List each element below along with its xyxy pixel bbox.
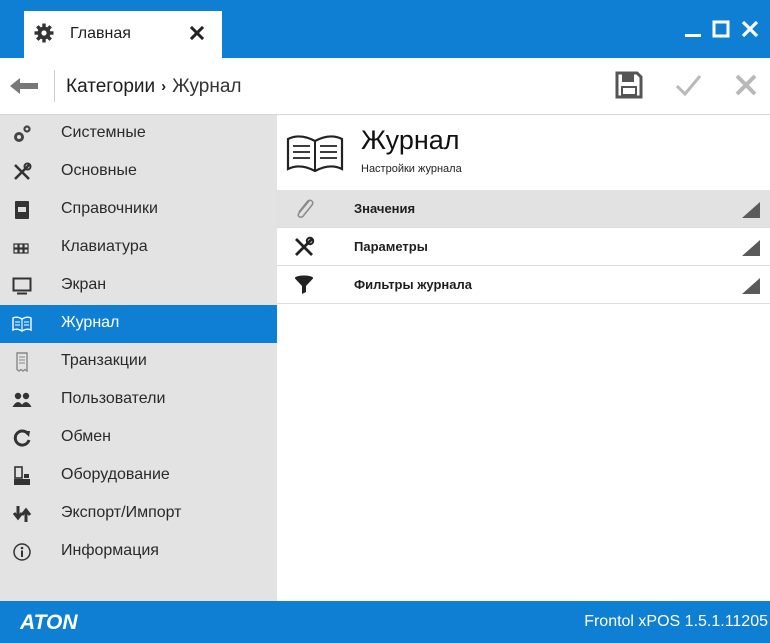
paperclip-icon xyxy=(297,199,314,218)
sidebar-item-label: Экран xyxy=(61,276,107,293)
sidebar-item-hardware[interactable]: Оборудование xyxy=(0,457,277,495)
gear-icon xyxy=(34,23,54,43)
tools-icon xyxy=(14,162,32,180)
sidebar-item-label: Экспорт/Импорт xyxy=(61,504,182,521)
sidebar-item-journal[interactable]: Журнал xyxy=(0,305,277,343)
sidebar-item-label: Системные xyxy=(61,124,146,141)
sidebar-item-information[interactable]: Информация xyxy=(0,533,277,571)
users-icon xyxy=(12,392,32,407)
status-bar: ATON Frontol xPOS 1.5.1.11205 xyxy=(0,601,770,643)
page-title: Журнал xyxy=(361,125,460,155)
expand-triangle-icon[interactable] xyxy=(742,278,760,294)
sidebar-item-basic[interactable]: Основные xyxy=(0,153,277,191)
sidebar-item-exchange[interactable]: Обмен xyxy=(0,419,277,457)
sidebar-item-label: Транзакции xyxy=(61,352,147,369)
section-journal-filters[interactable]: Фильтры журнала xyxy=(277,266,770,304)
sidebar-item-references[interactable]: Справочники xyxy=(0,191,277,229)
svg-text:ATON: ATON xyxy=(20,611,78,632)
export-import-icon xyxy=(12,506,32,522)
maximize-icon[interactable] xyxy=(712,20,730,38)
keyboard-icon xyxy=(13,243,29,254)
aton-logo: ATON xyxy=(20,611,78,632)
breadcrumb-separator: › xyxy=(161,78,167,95)
close-window-icon[interactable] xyxy=(741,20,759,38)
tab-close-icon[interactable] xyxy=(190,26,204,40)
cancel-icon[interactable] xyxy=(731,70,761,100)
page-subtitle: Настройки журнала xyxy=(361,163,462,175)
expand-triangle-icon[interactable] xyxy=(742,240,760,256)
sidebar-item-label: Клавиатура xyxy=(61,238,148,255)
sidebar-item-transactions[interactable]: Транзакции xyxy=(0,343,277,381)
sidebar-item-label: Пользователи xyxy=(61,390,166,407)
sidebar-item-label: Справочники xyxy=(61,200,158,217)
breadcrumb-root[interactable]: Категории xyxy=(66,76,155,97)
sidebar-item-label: Оборудование xyxy=(61,466,170,483)
sidebar-item-system[interactable]: Системные xyxy=(0,115,277,153)
tab-main[interactable]: Главная xyxy=(24,11,222,58)
sidebar-item-label: Основные xyxy=(61,162,137,179)
section-label: Параметры xyxy=(354,239,428,254)
sidebar-item-label: Информация xyxy=(61,542,159,559)
sidebar-item-label: Обмен xyxy=(61,428,111,445)
gears-icon xyxy=(14,125,31,142)
book-icon xyxy=(15,201,29,219)
section-values[interactable]: Значения xyxy=(277,190,770,228)
sidebar: Системные Основные Справочники Клавиатур… xyxy=(0,115,277,601)
info-icon xyxy=(13,543,31,561)
hardware-icon xyxy=(14,466,30,485)
sidebar-item-users[interactable]: Пользователи xyxy=(0,381,277,419)
breadcrumb-current: Журнал xyxy=(172,76,242,97)
journal-icon xyxy=(286,135,344,173)
tab-title: Главная xyxy=(70,25,131,42)
navigation-bar: Категории › Журнал xyxy=(0,58,770,115)
version-label: Frontol xPOS 1.5.1.11205 xyxy=(584,613,768,630)
section-label: Фильтры журнала xyxy=(354,277,473,292)
monitor-icon xyxy=(12,277,32,295)
sync-icon xyxy=(13,429,31,447)
section-label: Значения xyxy=(354,201,416,216)
main-content: Журнал Настройки журнала Значения Параме… xyxy=(277,115,770,601)
apply-check-icon[interactable] xyxy=(673,70,703,100)
save-icon[interactable] xyxy=(614,70,644,100)
divider xyxy=(54,70,55,102)
sidebar-item-export-import[interactable]: Экспорт/Импорт xyxy=(0,495,277,533)
breadcrumb: Категории › Журнал xyxy=(66,76,242,98)
title-bar: Главная xyxy=(0,0,770,58)
minimize-icon[interactable] xyxy=(684,20,702,38)
expand-triangle-icon[interactable] xyxy=(742,202,760,218)
sidebar-item-label: Журнал xyxy=(61,314,120,331)
tools-icon xyxy=(295,236,315,256)
sidebar-item-screen[interactable]: Экран xyxy=(0,267,277,305)
sidebar-item-keyboard[interactable]: Клавиатура xyxy=(0,229,277,267)
filter-icon xyxy=(295,275,313,294)
back-arrow-icon[interactable] xyxy=(10,78,38,94)
journal-icon xyxy=(12,316,32,332)
receipt-icon xyxy=(16,352,28,372)
section-parameters[interactable]: Параметры xyxy=(277,228,770,266)
